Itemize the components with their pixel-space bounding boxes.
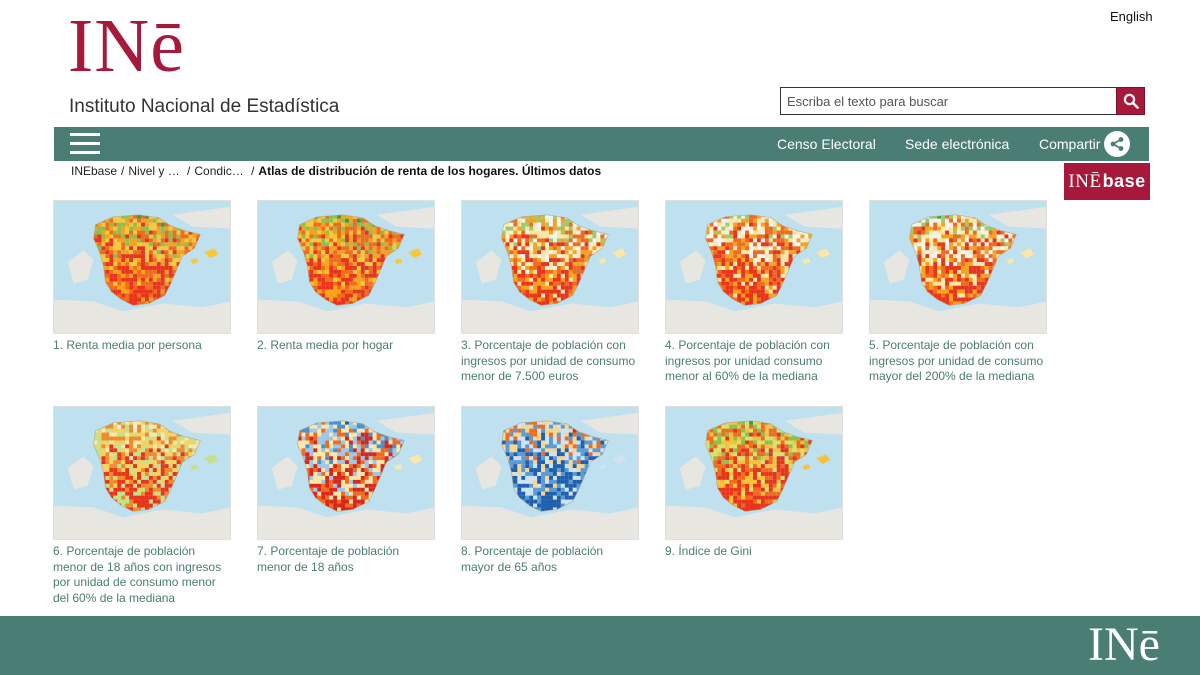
breadcrumb-inebase[interactable]: INEbase — [71, 164, 117, 178]
map-card-9[interactable]: 9. Índice de Gini — [665, 406, 843, 560]
search-icon — [1123, 93, 1139, 109]
map-caption[interactable]: 2. Renta media por hogar — [257, 338, 435, 354]
map-card-2[interactable]: 2. Renta media por hogar — [257, 200, 435, 354]
map-caption[interactable]: 6. Porcentaje de población menor de 18 a… — [53, 544, 231, 606]
map-thumbnail[interactable] — [53, 200, 231, 334]
english-link[interactable]: English — [1110, 9, 1153, 24]
share-glyph — [1110, 137, 1124, 151]
badge-prefix: INĒ — [1068, 170, 1102, 192]
search-button[interactable] — [1116, 87, 1145, 115]
map-caption[interactable]: 1. Renta media por persona — [53, 338, 231, 354]
map-card-6[interactable]: 6. Porcentaje de población menor de 18 a… — [53, 406, 231, 606]
nav-compartir[interactable]: Compartir — [1039, 136, 1100, 152]
map-card-7[interactable]: 7. Porcentaje de población menor de 18 a… — [257, 406, 435, 575]
institute-name: Instituto Nacional de Estadística — [69, 96, 340, 117]
map-thumbnail[interactable] — [257, 200, 435, 334]
map-card-1[interactable]: 1. Renta media por persona — [53, 200, 231, 354]
badge-suffix: base — [1102, 171, 1146, 191]
map-thumbnail[interactable] — [665, 200, 843, 334]
main-navbar: Censo Electoral Sede electrónica Compart… — [54, 127, 1149, 161]
map-thumbnail[interactable] — [461, 406, 639, 540]
inebase-logo[interactable]: INĒ base — [1064, 163, 1150, 200]
share-icon[interactable] — [1104, 131, 1130, 157]
map-card-3[interactable]: 3. Porcentaje de población con ingresos … — [461, 200, 639, 385]
map-card-5[interactable]: 5. Porcentaje de población con ingresos … — [869, 200, 1047, 385]
map-thumbnail[interactable] — [665, 406, 843, 540]
map-caption[interactable]: 5. Porcentaje de población con ingresos … — [869, 338, 1047, 385]
logo-mark: INē — [68, 4, 185, 88]
breadcrumb-condic[interactable]: Condic… — [194, 164, 243, 178]
breadcrumb: INEbase / Nivel y … / Condic… / Atlas de dis… — [71, 164, 602, 178]
ine-logo[interactable]: INē Instituto Nacional de Estadística — [68, 6, 368, 118]
nav-sede-electronica[interactable]: Sede electrónica — [905, 136, 1009, 152]
map-card-4[interactable]: 4. Porcentaje de población con ingresos … — [665, 200, 843, 385]
map-thumbnail[interactable] — [257, 406, 435, 540]
map-caption[interactable]: 8. Porcentaje de población mayor de 65 a… — [461, 544, 639, 575]
map-thumbnail[interactable] — [53, 406, 231, 540]
breadcrumb-nivel[interactable]: Nivel y … — [128, 164, 179, 178]
map-caption[interactable]: 7. Porcentaje de población menor de 18 a… — [257, 544, 435, 575]
menu-icon[interactable] — [70, 133, 100, 155]
search-input[interactable] — [780, 87, 1116, 115]
breadcrumb-current: Atlas de distribución de renta de los ho… — [258, 164, 602, 178]
footer: INē — [0, 616, 1200, 675]
map-thumbnail[interactable] — [869, 200, 1047, 334]
map-thumbnail[interactable] — [461, 200, 639, 334]
map-caption[interactable]: 9. Índice de Gini — [665, 544, 843, 560]
map-caption[interactable]: 3. Porcentaje de población con ingresos … — [461, 338, 639, 385]
map-card-8[interactable]: 8. Porcentaje de población mayor de 65 a… — [461, 406, 639, 575]
map-caption[interactable]: 4. Porcentaje de población con ingresos … — [665, 338, 843, 385]
footer-logo[interactable]: INē — [1088, 618, 1160, 672]
page: INē Instituto Nacional de Estadística En… — [0, 0, 1200, 675]
search-box — [780, 87, 1145, 115]
nav-censo-electoral[interactable]: Censo Electoral — [777, 136, 876, 152]
